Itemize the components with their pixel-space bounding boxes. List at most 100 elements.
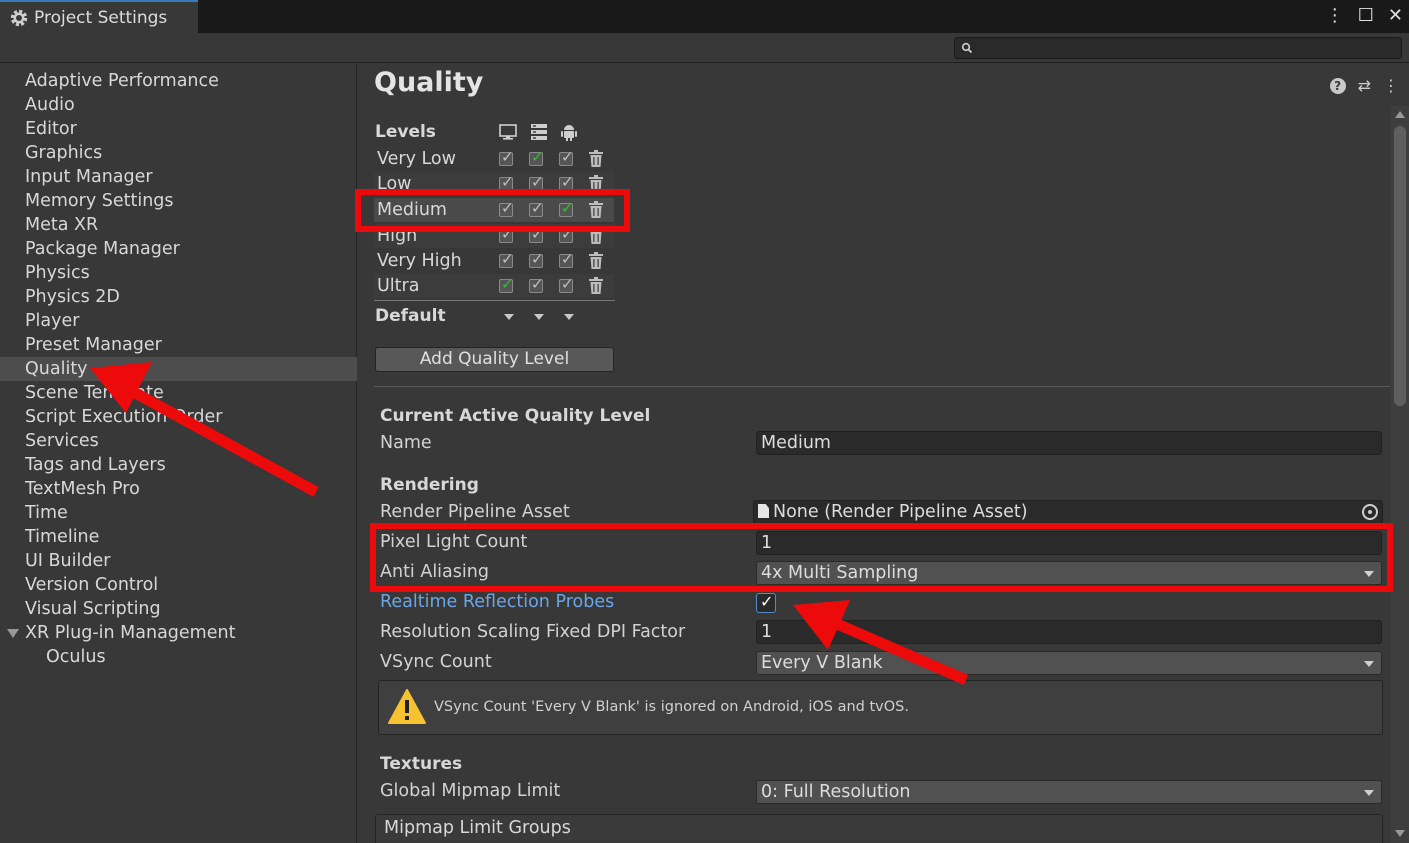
sidebar-item-preset-manager[interactable]: Preset Manager [0,333,357,357]
sidebar-item-scene-template[interactable]: Scene Template [0,381,357,405]
trash-icon[interactable] [588,277,604,295]
annotation-box-medium [355,189,630,232]
global-mipmap-limit-dropdown[interactable]: 0: Full Resolution [756,780,1382,804]
sidebar-item-ui-builder[interactable]: UI Builder [0,549,357,573]
help-icon[interactable]: ? [1329,77,1346,94]
sidebar-item-time[interactable]: Time [0,501,357,525]
window-titlebar: Project Settings ⋮ ☐ ✕ [0,0,1409,33]
trash-icon[interactable] [588,150,604,168]
search-input[interactable] [979,39,1389,57]
settings-content: Quality ? ⇄ ⋮ Levels Very Low Low Medium [358,64,1409,843]
vsync-warning-box: VSync Count 'Every V Blank' is ignored o… [378,680,1383,735]
name-label: Name [380,433,432,453]
kebab-menu-icon[interactable]: ⋮ [1383,76,1399,95]
textures-header: Textures [380,754,463,774]
render-pipeline-asset-value: None (Render Pipeline Asset) [773,502,1028,522]
vsync-warning-text: VSync Count 'Every V Blank' is ignored o… [434,699,909,715]
sidebar-item-meta-xr[interactable]: Meta XR [0,213,357,237]
project-settings-tab[interactable]: Project Settings [0,0,198,33]
dpi-factor-field[interactable]: 1 [756,620,1382,644]
object-picker-icon[interactable] [1362,504,1378,520]
scroll-up-icon[interactable] [1395,111,1405,118]
level-platform-checkbox[interactable] [559,148,574,166]
page-title: Quality [374,67,484,98]
dpi-factor-label: Resolution Scaling Fixed DPI Factor [380,622,686,642]
toolbar [0,33,1409,63]
android-icon [561,125,577,141]
level-name: Very Low [377,149,456,169]
quality-level-row[interactable]: Very High [374,249,614,273]
levels-header: Levels [375,122,436,142]
sidebar-item-graphics[interactable]: Graphics [0,141,357,165]
sidebar-item-label: XR Plug-in Management [25,623,236,643]
render-pipeline-asset-field[interactable]: None (Render Pipeline Asset) [753,500,1383,524]
section-divider [374,386,1390,387]
quality-level-row[interactable]: Ultra [374,274,614,298]
vertical-scrollbar[interactable] [1391,106,1409,843]
vsync-count-dropdown[interactable]: Every V Blank [756,651,1382,675]
asset-file-icon [758,504,769,518]
rendering-header: Rendering [380,475,479,495]
maximize-icon[interactable]: ☐ [1358,4,1374,28]
sidebar-item-quality[interactable]: Quality [0,357,357,381]
sidebar-item-editor[interactable]: Editor [0,117,357,141]
annotation-box-lighting [370,523,1393,592]
current-level-header: Current Active Quality Level [380,406,651,426]
default-dropdown-arrow-icon[interactable] [504,314,514,320]
sidebar-item-memory-settings[interactable]: Memory Settings [0,189,357,213]
tab-title: Project Settings [34,7,168,28]
more-options-icon[interactable]: ⋮ [1326,4,1344,28]
mipmap-limit-groups-foldout[interactable]: Mipmap Limit Groups [375,814,1383,843]
preset-sliders-icon[interactable]: ⇄ [1358,76,1371,95]
sidebar-item-package-manager[interactable]: Package Manager [0,237,357,261]
sidebar-item-script-execution-order[interactable]: Script Execution Order [0,405,357,429]
gear-icon [10,9,28,26]
level-platform-checkbox[interactable] [529,148,544,166]
level-platform-checkbox[interactable] [499,275,514,293]
search-box[interactable] [954,37,1402,59]
global-mipmap-limit-label: Global Mipmap Limit [380,781,561,801]
foldout-arrow-icon[interactable] [7,629,19,638]
vsync-count-label: VSync Count [380,652,492,672]
sidebar-item-tags-and-layers[interactable]: Tags and Layers [0,453,357,477]
scrollbar-thumb[interactable] [1394,126,1406,406]
default-dropdown-arrow-icon[interactable] [534,314,544,320]
realtime-reflection-probes-label: Realtime Reflection Probes [380,592,615,612]
add-quality-level-button[interactable]: Add Quality Level [375,347,614,372]
sidebar-item-textmesh-pro[interactable]: TextMesh Pro [0,477,357,501]
level-platform-checkbox[interactable] [499,250,514,268]
level-name: Ultra [377,276,420,296]
sidebar-item-input-manager[interactable]: Input Manager [0,165,357,189]
quality-level-row[interactable]: Very Low [374,147,614,171]
sidebar-item-audio[interactable]: Audio [0,93,357,117]
trash-icon[interactable] [588,252,604,270]
render-pipeline-asset-label: Render Pipeline Asset [380,502,570,522]
level-platform-checkbox[interactable] [499,148,514,166]
sidebar-item-oculus[interactable]: Oculus [0,645,357,669]
level-platform-checkbox[interactable] [559,275,574,293]
close-icon[interactable]: ✕ [1388,4,1403,28]
sidebar-item-adaptive-performance[interactable]: Adaptive Performance [0,69,357,93]
sidebar-item-version-control[interactable]: Version Control [0,573,357,597]
level-platform-checkbox[interactable] [529,250,544,268]
level-platform-checkbox[interactable] [559,250,574,268]
settings-sidebar: Adaptive Performance Audio Editor Graphi… [0,64,357,843]
default-dropdown-arrow-icon[interactable] [564,314,574,320]
sidebar-item-physics-2d[interactable]: Physics 2D [0,285,357,309]
sidebar-item-xr-plugin-management[interactable]: XR Plug-in Management [0,621,357,645]
sidebar-item-physics[interactable]: Physics [0,261,357,285]
sidebar-item-player[interactable]: Player [0,309,357,333]
sidebar-item-visual-scripting[interactable]: Visual Scripting [0,597,357,621]
sidebar-item-timeline[interactable]: Timeline [0,525,357,549]
monitor-icon [499,124,517,140]
warning-icon [388,689,426,724]
search-icon [961,42,973,54]
name-field[interactable]: Medium [756,431,1382,455]
server-icon [531,124,547,140]
sidebar-item-services[interactable]: Services [0,429,357,453]
realtime-reflection-probes-checkbox[interactable] [756,592,776,613]
level-platform-checkbox[interactable] [529,275,544,293]
levels-divider [374,300,615,301]
default-label: Default [375,306,446,326]
scroll-down-icon[interactable] [1395,830,1405,837]
